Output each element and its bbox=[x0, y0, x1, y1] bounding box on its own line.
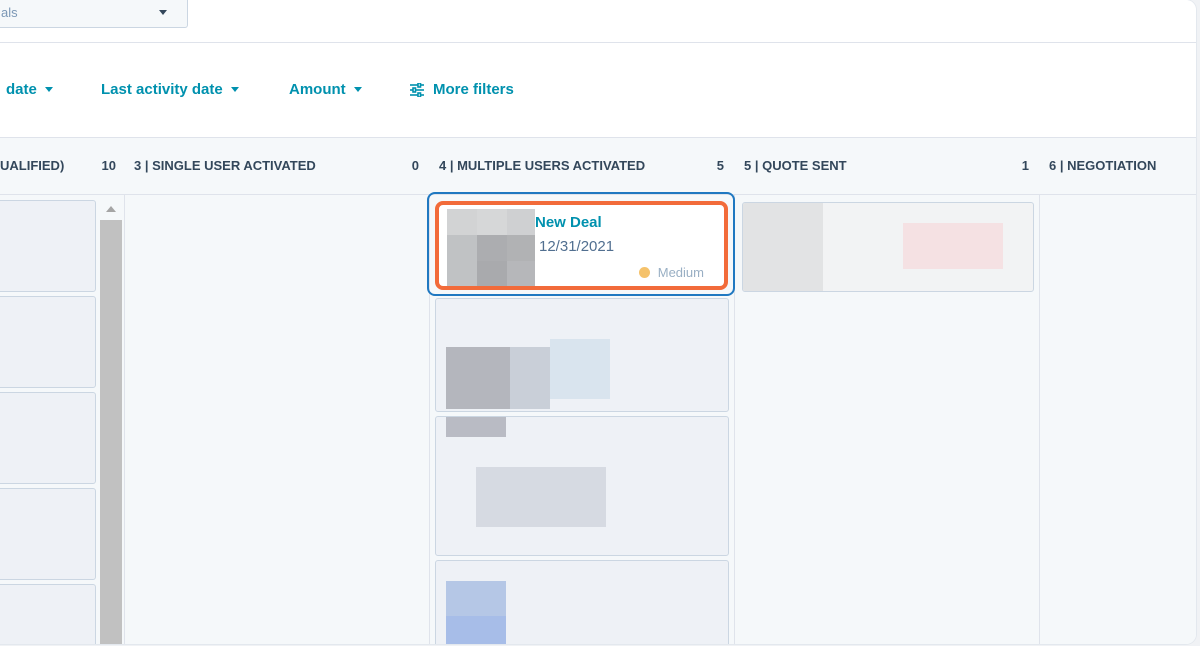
board-column-qualified: UALIFIED) 10 bbox=[0, 138, 125, 644]
filter-amount[interactable]: Amount bbox=[289, 81, 362, 98]
filter-label: Amount bbox=[289, 81, 346, 98]
deal-close-date: 12/31/2021 bbox=[539, 238, 615, 255]
board-column-negotiation: 6 | NEGOTIATION bbox=[1039, 138, 1196, 644]
filter-label: More filters bbox=[433, 81, 514, 98]
column-header: 6 | NEGOTIATION bbox=[1039, 138, 1196, 195]
filter-close-date[interactable]: date bbox=[6, 81, 53, 98]
column-title: 4 | MULTIPLE USERS ACTIVATED bbox=[439, 158, 646, 173]
pipeline-select[interactable]: als bbox=[0, 0, 188, 28]
priority-dot-icon bbox=[638, 267, 650, 278]
caret-down-icon bbox=[230, 87, 239, 92]
column-count: 0 bbox=[411, 158, 419, 173]
deal-card-blurred[interactable] bbox=[435, 298, 729, 412]
column-title: UALIFIED) bbox=[0, 158, 65, 173]
deal-priority: Medium bbox=[638, 265, 704, 280]
deal-card-blurred[interactable] bbox=[0, 392, 96, 484]
column-header: 3 | SINGLE USER ACTIVATED 0 bbox=[124, 138, 429, 195]
deal-card-blurred[interactable] bbox=[0, 200, 96, 292]
column-title: 3 | SINGLE USER ACTIVATED bbox=[134, 158, 316, 173]
board-column-single-user-activated: 3 | SINGLE USER ACTIVATED 0 bbox=[124, 138, 430, 644]
column-count: 10 bbox=[101, 158, 116, 173]
caret-down-icon bbox=[353, 87, 362, 92]
top-bar: als bbox=[0, 0, 1196, 43]
column-title: 6 | NEGOTIATION bbox=[1049, 158, 1157, 173]
column-title: 5 | QUOTE SENT bbox=[744, 158, 847, 173]
column-count: 5 bbox=[716, 158, 724, 173]
deal-name-link[interactable]: New Deal bbox=[535, 214, 602, 231]
column-header: UALIFIED) 10 bbox=[0, 138, 124, 195]
sliders-icon bbox=[410, 82, 424, 97]
pipeline-select-label: als bbox=[1, 5, 18, 20]
column-header: 5 | QUOTE SENT 1 bbox=[734, 138, 1039, 195]
deal-card-blurred[interactable] bbox=[435, 560, 729, 644]
deal-priority-label: Medium bbox=[657, 265, 704, 280]
scrollbar-thumb[interactable] bbox=[100, 220, 122, 644]
more-filters-button[interactable]: More filters bbox=[409, 81, 514, 98]
filter-last-activity-date[interactable]: Last activity date bbox=[101, 81, 239, 98]
filter-bar: date Last activity date Amount More filt… bbox=[0, 43, 1196, 138]
app-frame: als date Last activity date Amount More … bbox=[0, 0, 1196, 644]
deal-card-blurred[interactable] bbox=[435, 416, 729, 556]
deal-card-new-deal[interactable]: New Deal 12/31/2021 Medium bbox=[435, 201, 728, 290]
chevron-down-icon bbox=[159, 10, 167, 15]
board-column-quote-sent: 5 | QUOTE SENT 1 bbox=[734, 138, 1040, 644]
column-header: 4 | MULTIPLE USERS ACTIVATED 5 bbox=[429, 138, 734, 195]
scroll-up-arrow-icon[interactable] bbox=[106, 206, 116, 212]
column-scrollbar[interactable] bbox=[100, 198, 122, 644]
filter-label: date bbox=[6, 81, 37, 98]
deal-card-blurred[interactable] bbox=[0, 584, 96, 644]
column-count: 1 bbox=[1021, 158, 1029, 173]
deal-card-blurred[interactable] bbox=[0, 488, 96, 580]
filter-label: Last activity date bbox=[101, 81, 223, 98]
deal-thumbnail-blurred bbox=[447, 209, 535, 286]
deal-card-blurred[interactable] bbox=[742, 202, 1034, 292]
caret-down-icon bbox=[44, 87, 53, 92]
deal-card-blurred[interactable] bbox=[0, 296, 96, 388]
